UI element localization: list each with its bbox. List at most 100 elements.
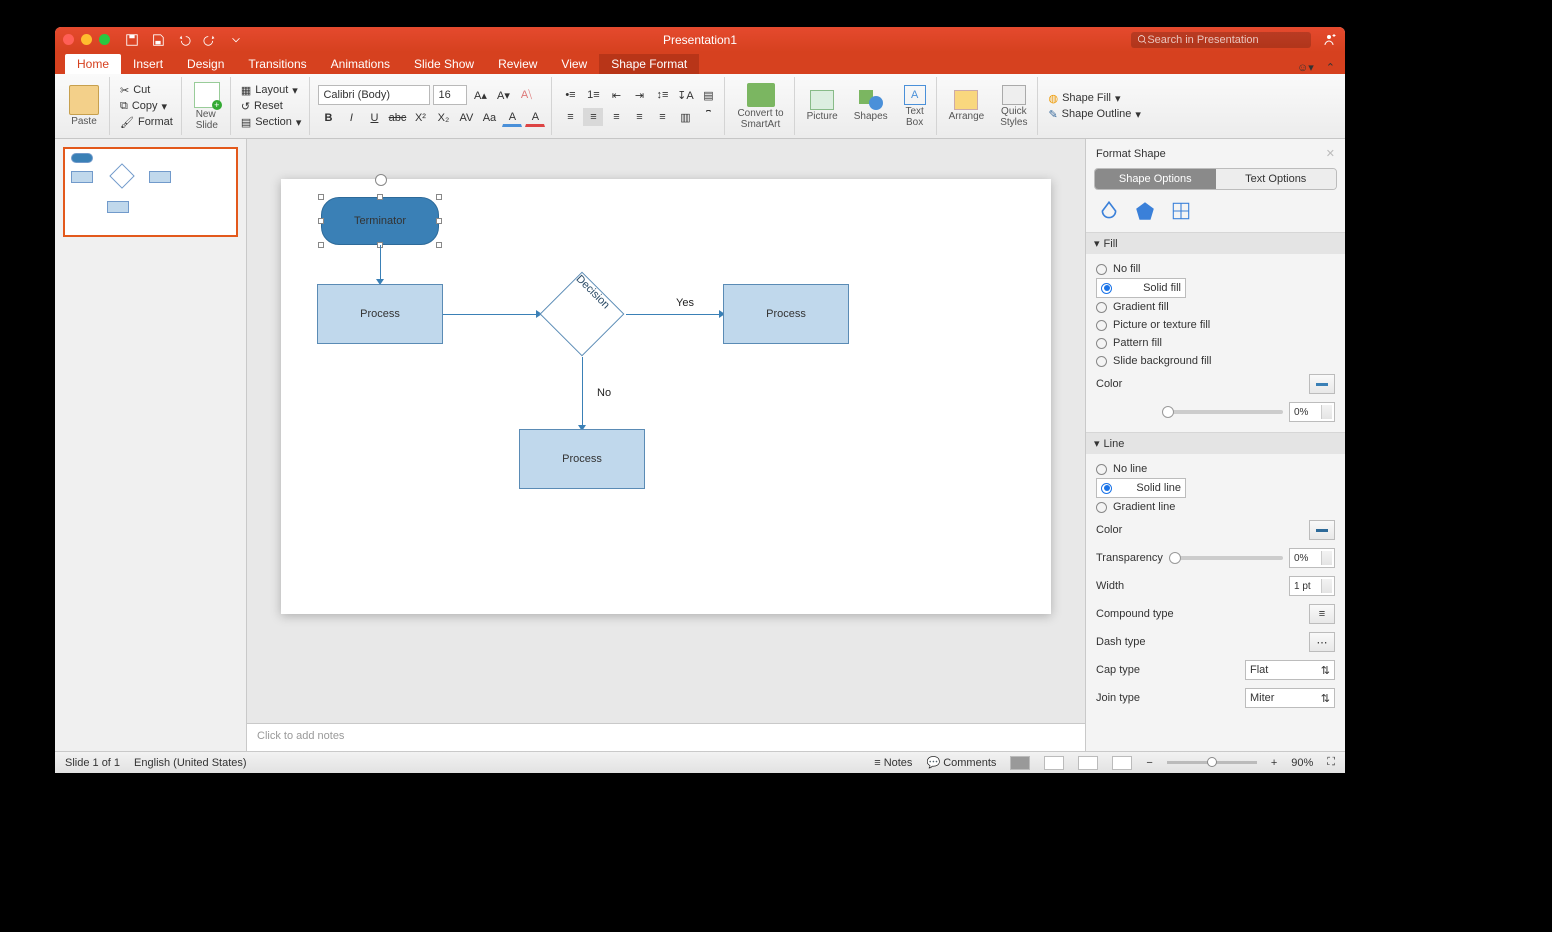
strike-button[interactable]: abc	[387, 109, 407, 127]
redo-icon[interactable]	[202, 32, 218, 48]
reading-view-button[interactable]	[1078, 756, 1098, 770]
line-section-header[interactable]: ▾Line	[1086, 433, 1345, 454]
size-props-icon[interactable]	[1170, 200, 1192, 222]
distribute-button[interactable]: ≡	[652, 108, 672, 126]
line-noline-radio[interactable]: No line	[1096, 460, 1335, 478]
convert-smartart-button[interactable]: Convert to SmartArt	[733, 81, 787, 132]
align-center-button[interactable]: ≡	[583, 108, 603, 126]
comments-toggle[interactable]: 💬 Comments	[926, 756, 996, 769]
fill-color-button[interactable]	[1309, 374, 1335, 394]
connector[interactable]	[582, 357, 583, 427]
tab-animations[interactable]: Animations	[319, 54, 402, 74]
bold-button[interactable]: B	[318, 109, 338, 127]
shape-outline-button[interactable]: ✎Shape Outline▾	[1046, 107, 1142, 122]
font-color-button[interactable]: A	[525, 109, 545, 127]
textbox-button[interactable]: AText Box	[900, 83, 930, 130]
tab-slideshow[interactable]: Slide Show	[402, 54, 486, 74]
font-name-select[interactable]	[318, 85, 430, 105]
process-shape[interactable]: Process	[317, 284, 443, 344]
subscript-button[interactable]: X₂	[433, 109, 453, 127]
line-color-button[interactable]	[1309, 520, 1335, 540]
highlight-button[interactable]: A	[502, 109, 522, 127]
language-status[interactable]: English (United States)	[134, 757, 247, 769]
share-icon[interactable]	[1321, 32, 1337, 48]
superscript-button[interactable]: X²	[410, 109, 430, 127]
terminator-shape[interactable]: Terminator	[321, 197, 439, 245]
search-input[interactable]	[1147, 34, 1305, 46]
fill-transp-slider[interactable]	[1162, 410, 1283, 414]
sel-handle[interactable]	[318, 194, 324, 200]
compound-type-button[interactable]: ≡	[1309, 604, 1335, 624]
fill-gradient-radio[interactable]: Gradient fill	[1096, 298, 1335, 316]
connector[interactable]	[626, 314, 721, 315]
font-size-select[interactable]	[433, 85, 467, 105]
text-direction-button[interactable]: ↧A	[675, 86, 695, 104]
notes-toggle[interactable]: ≡ Notes	[874, 757, 912, 769]
connector[interactable]	[380, 245, 381, 281]
close-window-button[interactable]	[63, 34, 74, 45]
dash-type-button[interactable]: ⋯	[1309, 632, 1335, 652]
slide-thumbnail-1[interactable]	[63, 147, 238, 237]
sel-handle[interactable]	[318, 218, 324, 224]
change-case-button[interactable]: Aa	[479, 109, 499, 127]
text-align-v-button[interactable]: ⎴	[698, 108, 718, 126]
join-type-select[interactable]: Miter⇅	[1245, 688, 1335, 708]
sel-handle[interactable]	[436, 242, 442, 248]
connector[interactable]	[443, 314, 538, 315]
italic-button[interactable]: I	[341, 109, 361, 127]
char-spacing-button[interactable]: AV	[456, 109, 476, 127]
bullets-button[interactable]: •≡	[560, 86, 580, 104]
process-shape[interactable]: Process	[519, 429, 645, 489]
zoom-window-button[interactable]	[99, 34, 110, 45]
quick-styles-button[interactable]: Quick Styles	[996, 83, 1031, 130]
line-gradient-radio[interactable]: Gradient line	[1096, 498, 1335, 516]
save-icon[interactable]	[150, 32, 166, 48]
slideshow-view-button[interactable]	[1112, 756, 1132, 770]
format-painter-button[interactable]: 🖌︎Format	[118, 115, 175, 130]
tab-insert[interactable]: Insert	[121, 54, 175, 74]
picture-button[interactable]: Picture	[803, 88, 842, 124]
fill-slidebg-radio[interactable]: Slide background fill	[1096, 352, 1335, 370]
clear-format-icon[interactable]: A⧹	[516, 86, 536, 104]
decision-shape[interactable]: Decision	[539, 271, 625, 357]
new-slide-button[interactable]: + New Slide	[190, 80, 224, 133]
fill-solid-radio[interactable]: Solid fill	[1096, 278, 1186, 298]
collapse-ribbon-icon[interactable]: ⌃	[1326, 61, 1335, 74]
justify-button[interactable]: ≡	[629, 108, 649, 126]
process-shape[interactable]: Process	[723, 284, 849, 344]
line-transp-slider[interactable]	[1169, 556, 1283, 560]
zoom-out-button[interactable]: −	[1146, 757, 1152, 769]
slide-thumbnail-pane[interactable]: 1	[55, 139, 247, 751]
close-panel-icon[interactable]: ✕	[1326, 147, 1335, 160]
align-left-button[interactable]: ≡	[560, 108, 580, 126]
minimize-window-button[interactable]	[81, 34, 92, 45]
rotation-handle[interactable]	[375, 174, 387, 186]
fill-pattern-radio[interactable]: Pattern fill	[1096, 334, 1335, 352]
indent-increase-button[interactable]: ⇥	[629, 86, 649, 104]
slide-counter[interactable]: Slide 1 of 1	[65, 757, 120, 769]
fill-picture-radio[interactable]: Picture or texture fill	[1096, 316, 1335, 334]
autosave-icon[interactable]	[124, 32, 140, 48]
paste-button[interactable]: Paste	[65, 83, 103, 129]
feedback-icon[interactable]: ☺︎▾	[1297, 61, 1314, 74]
sel-handle[interactable]	[318, 242, 324, 248]
underline-button[interactable]: U	[364, 109, 384, 127]
zoom-slider[interactable]	[1167, 761, 1257, 764]
shape-fill-button[interactable]: ◍Shape Fill▾	[1046, 91, 1142, 106]
section-button[interactable]: ▤Section▾	[239, 115, 304, 130]
line-transp-value[interactable]: 0%	[1289, 548, 1335, 568]
line-spacing-button[interactable]: ↕≡	[652, 86, 672, 104]
tab-review[interactable]: Review	[486, 54, 549, 74]
align-text-button[interactable]: ▤	[698, 86, 718, 104]
tab-home[interactable]: Home	[65, 54, 121, 74]
cut-button[interactable]: ✂︎Cut	[118, 83, 175, 98]
decrease-font-icon[interactable]: A▾	[493, 86, 513, 104]
tab-design[interactable]: Design	[175, 54, 236, 74]
fill-section-header[interactable]: ▾Fill	[1086, 233, 1345, 254]
tab-transitions[interactable]: Transitions	[236, 54, 318, 74]
sel-handle[interactable]	[377, 194, 383, 200]
layout-button[interactable]: ▦Layout▾	[239, 83, 304, 98]
columns-button[interactable]: ▥	[675, 108, 695, 126]
indent-decrease-button[interactable]: ⇤	[606, 86, 626, 104]
sel-handle[interactable]	[436, 218, 442, 224]
